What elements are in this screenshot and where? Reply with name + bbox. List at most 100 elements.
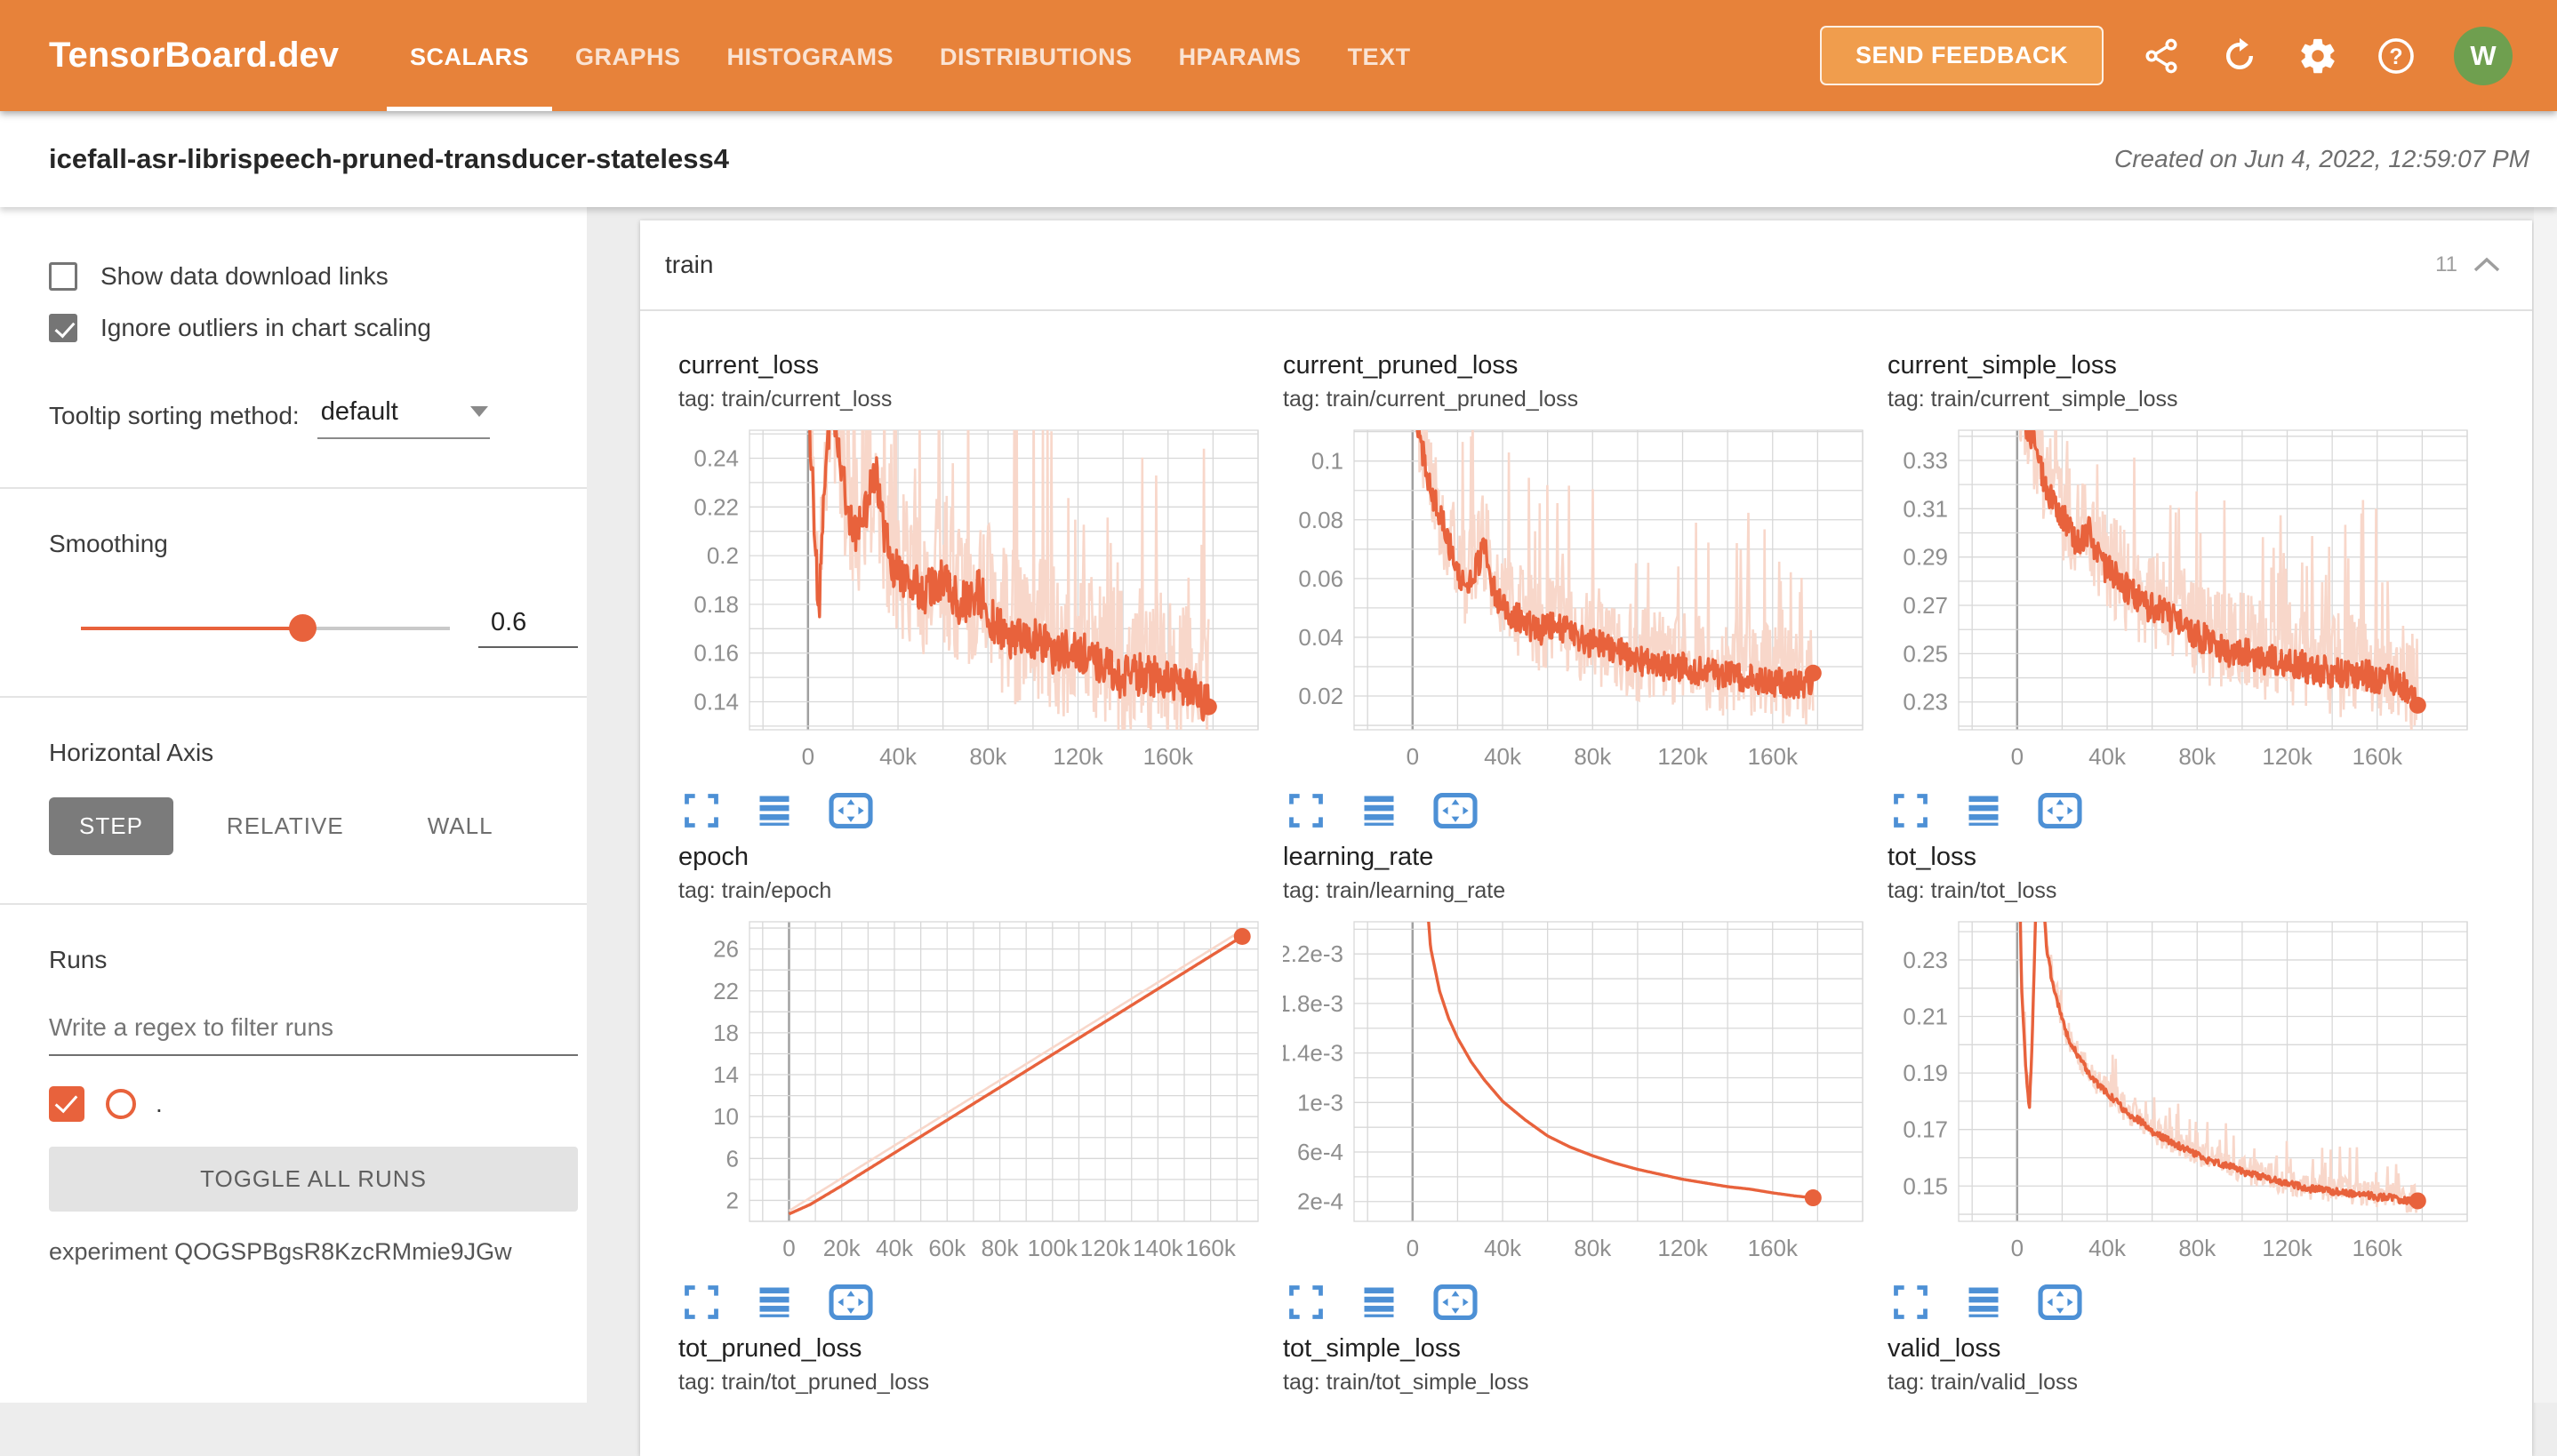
svg-text:40k: 40k xyxy=(1484,743,1522,770)
svg-text:0.23: 0.23 xyxy=(1903,947,1948,973)
chart-plot[interactable]: 020k40k60k80k100k120k140k160k26101418222… xyxy=(678,915,1265,1270)
fit-domain-icon[interactable] xyxy=(1432,791,1479,830)
svg-text:0: 0 xyxy=(2011,743,2024,770)
svg-text:0.24: 0.24 xyxy=(693,445,739,472)
chart-plot[interactable]: 040k80k120k160k0.230.250.270.290.310.33 xyxy=(1888,423,2474,779)
runs-label: Runs xyxy=(49,946,578,974)
svg-text:120k: 120k xyxy=(1657,1235,1708,1261)
chart-title: learning_rate xyxy=(1283,843,1872,872)
run-row[interactable]: . xyxy=(49,1086,578,1122)
show-download-links-label: Show data download links xyxy=(100,262,389,291)
tab-histograms[interactable]: HISTOGRAMS xyxy=(704,0,918,111)
tooltip-sorting-row: Tooltip sorting method: default xyxy=(49,397,578,439)
svg-text:0: 0 xyxy=(2011,1235,2024,1261)
toggle-y-axis-icon[interactable] xyxy=(1359,1283,1399,1322)
train-section-header[interactable]: train 11 xyxy=(640,220,2532,311)
runs-filter-input[interactable] xyxy=(49,1008,578,1056)
chart-card: epoch tag: train/epoch 020k40k60k80k100k… xyxy=(662,843,1267,1327)
ignore-outliers-label: Ignore outliers in chart scaling xyxy=(100,314,431,342)
svg-text:0.31: 0.31 xyxy=(1903,495,1948,522)
chart-title: current_loss xyxy=(678,351,1267,380)
fullscreen-icon[interactable] xyxy=(1287,791,1326,830)
fullscreen-icon[interactable] xyxy=(1891,1283,1930,1322)
svg-text:40k: 40k xyxy=(2088,743,2127,770)
axis-option-step[interactable]: STEP xyxy=(49,797,173,855)
fullscreen-icon[interactable] xyxy=(1287,1283,1326,1322)
created-timestamp: Created on Jun 4, 2022, 12:59:07 PM xyxy=(2114,111,2529,207)
app-logo: TensorBoard.dev xyxy=(49,0,339,111)
svg-text:0: 0 xyxy=(782,1235,795,1261)
refresh-icon[interactable] xyxy=(2219,36,2260,76)
tab-graphs[interactable]: GRAPHS xyxy=(552,0,704,111)
smoothing-slider[interactable] xyxy=(81,627,450,630)
horizontal-axis-options: STEP RELATIVE WALL xyxy=(49,797,578,855)
svg-text:0.08: 0.08 xyxy=(1298,507,1343,533)
scrollbar[interactable] xyxy=(2534,207,2557,1403)
fit-domain-icon[interactable] xyxy=(2037,1283,2083,1322)
toggle-y-axis-icon[interactable] xyxy=(1964,791,2003,830)
chart-plot[interactable]: 040k80k120k160k0.150.170.190.210.23 xyxy=(1888,915,2474,1270)
tab-distributions[interactable]: DISTRIBUTIONS xyxy=(917,0,1156,111)
svg-text:0.27: 0.27 xyxy=(1903,592,1948,619)
tooltip-sorting-select[interactable]: default xyxy=(317,397,490,439)
chart-tag: tag: train/current_pruned_loss xyxy=(1283,387,1872,412)
svg-text:120k: 120k xyxy=(1053,743,1103,770)
chart-card: current_pruned_loss tag: train/current_p… xyxy=(1267,351,1872,836)
smoothing-value-input[interactable]: 0.6 xyxy=(478,608,578,648)
smoothing-slider-fill xyxy=(81,627,302,630)
toggle-y-axis-icon[interactable] xyxy=(755,791,794,830)
axis-option-relative[interactable]: RELATIVE xyxy=(196,797,374,855)
svg-text:120k: 120k xyxy=(1080,1235,1131,1261)
fullscreen-icon[interactable] xyxy=(682,1283,721,1322)
chart-card: tot_pruned_loss tag: train/tot_pruned_lo… xyxy=(662,1334,1267,1396)
section-collapse-control[interactable]: 11 xyxy=(2435,220,2502,309)
fit-domain-icon[interactable] xyxy=(828,1283,874,1322)
show-download-links-row[interactable]: Show data download links xyxy=(49,262,578,291)
fit-domain-icon[interactable] xyxy=(828,791,874,830)
svg-text:60k: 60k xyxy=(928,1235,966,1261)
navbar-actions: SEND FEEDBACK ? W xyxy=(1820,0,2513,111)
svg-text:40k: 40k xyxy=(1484,1235,1522,1261)
svg-text:1e-3: 1e-3 xyxy=(1297,1089,1343,1116)
svg-text:100k: 100k xyxy=(1028,1235,1078,1261)
toggle-all-runs-button[interactable]: TOGGLE ALL RUNS xyxy=(49,1147,578,1212)
chart-card: tot_simple_loss tag: train/tot_simple_lo… xyxy=(1267,1334,1872,1396)
ignore-outliers-row[interactable]: Ignore outliers in chart scaling xyxy=(49,314,578,342)
svg-text:0.15: 0.15 xyxy=(1903,1172,1948,1199)
svg-text:40k: 40k xyxy=(879,743,918,770)
settings-gear-icon[interactable] xyxy=(2297,36,2338,76)
chart-tag: tag: train/epoch xyxy=(678,878,1267,904)
chart-tag: tag: train/tot_pruned_loss xyxy=(678,1370,1267,1396)
smoothing-slider-row: 0.6 xyxy=(49,608,578,648)
chart-plot[interactable]: 040k80k120k160k0.140.160.180.20.220.24 xyxy=(678,423,1265,779)
ignore-outliers-checkbox[interactable] xyxy=(49,314,77,342)
run-checkbox[interactable] xyxy=(49,1086,84,1122)
chevron-up-icon xyxy=(2472,256,2502,274)
help-icon[interactable]: ? xyxy=(2376,36,2417,76)
fit-domain-icon[interactable] xyxy=(1432,1283,1479,1322)
svg-text:0: 0 xyxy=(802,743,814,770)
smoothing-slider-thumb[interactable] xyxy=(289,614,317,642)
page-title: icefall-asr-librispeech-pruned-transduce… xyxy=(49,111,729,207)
svg-text:80k: 80k xyxy=(1574,1235,1612,1261)
tab-hparams[interactable]: HPARAMS xyxy=(1156,0,1325,111)
chart-actions xyxy=(1888,1277,2476,1327)
fullscreen-icon[interactable] xyxy=(682,791,721,830)
tab-scalars[interactable]: SCALARS xyxy=(387,0,552,111)
send-feedback-button[interactable]: SEND FEEDBACK xyxy=(1820,26,2104,85)
toggle-y-axis-icon[interactable] xyxy=(1964,1283,2003,1322)
horizontal-axis-label: Horizontal Axis xyxy=(49,739,578,767)
chart-plot[interactable]: 040k80k120k160k2e-46e-41e-31.4e-31.8e-32… xyxy=(1283,915,1870,1270)
share-icon[interactable] xyxy=(2141,36,2182,76)
tab-text[interactable]: TEXT xyxy=(1325,0,1434,111)
fullscreen-icon[interactable] xyxy=(1891,791,1930,830)
axis-option-wall[interactable]: WALL xyxy=(397,797,524,855)
fit-domain-icon[interactable] xyxy=(2037,791,2083,830)
svg-text:160k: 160k xyxy=(1143,743,1194,770)
toggle-y-axis-icon[interactable] xyxy=(755,1283,794,1322)
toggle-y-axis-icon[interactable] xyxy=(1359,791,1399,830)
avatar[interactable]: W xyxy=(2454,27,2513,85)
show-download-links-checkbox[interactable] xyxy=(49,262,77,291)
chart-plot[interactable]: 040k80k120k160k0.020.040.060.080.1 xyxy=(1283,423,1870,779)
experiment-caption: experiment QOGSPBgsR8KzcRMmie9JGw xyxy=(49,1238,578,1266)
